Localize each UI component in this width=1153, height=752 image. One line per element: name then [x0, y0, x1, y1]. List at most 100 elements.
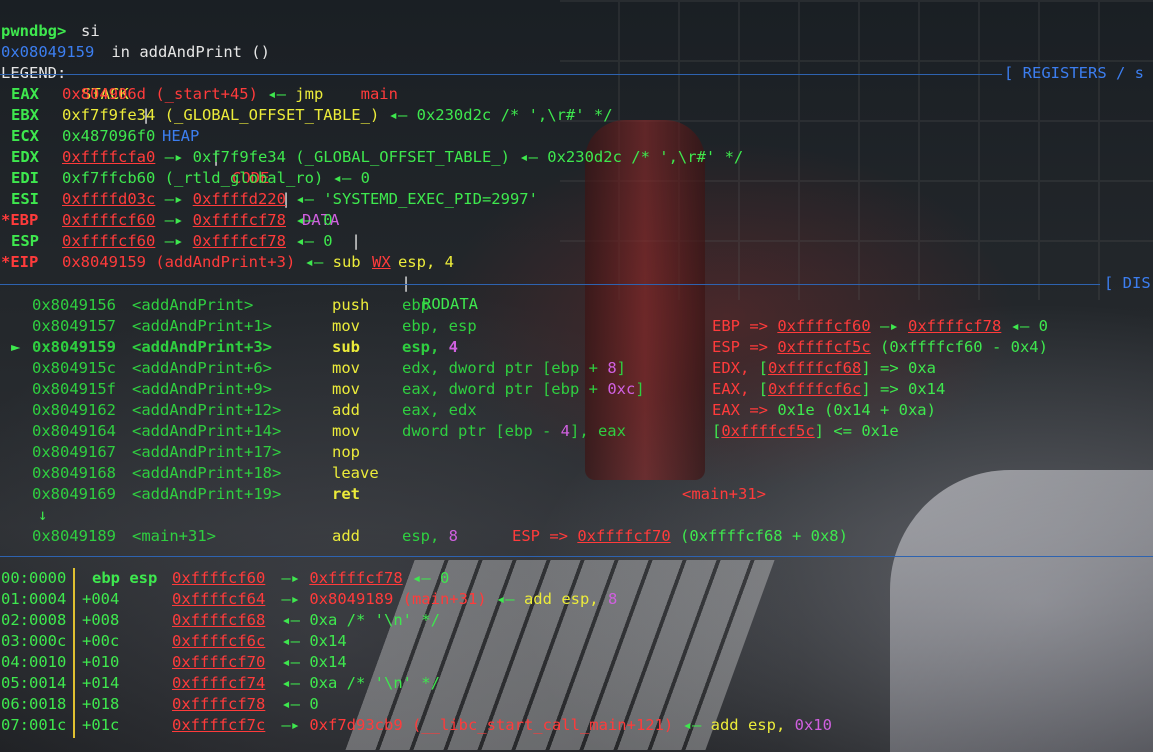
disasm-annotation-segment: ] <= 0x1e: [814, 422, 899, 440]
legend-line: LEGEND: STACK | HEAP | CODE | DATA | WX …: [0, 42, 478, 313]
register-name: *EBP: [1, 211, 39, 229]
stack-value-segment: —▸: [272, 716, 310, 734]
register-value: 0xf7f9fe34 (_GLOBAL_OFFSET_TABLE_) ◂— 0x…: [62, 105, 613, 126]
stack-address: 0xffffcf7c: [172, 716, 266, 734]
disasm-annotation-segment: 0xffffcf70: [577, 527, 671, 545]
register-value: 0xffffd03c —▸ 0xffffd220 ◂— 'SYSTEMD_EXE…: [62, 189, 538, 210]
disasm-annotation-segment: [: [758, 380, 769, 398]
register-value-segment: 0xffffcf60: [62, 211, 156, 229]
disasm-address: 0x8049164: [32, 422, 116, 440]
stack-offset: +018: [82, 695, 120, 713]
return-target: <main+31>: [682, 485, 766, 503]
disasm-annotation-segment: 0xffffcf60: [777, 317, 871, 335]
register-value-segment: 0xffffcf78: [192, 211, 286, 229]
disasm-annotation-segment: EAX,: [712, 380, 759, 398]
stack-value: —▸ 0xf7d93cb9 (__libc_start_call_main+12…: [272, 715, 832, 736]
stack-divider: [73, 568, 75, 738]
register-value-segment: esp, 4: [397, 253, 454, 271]
disasm-operand-segment: esp,: [402, 338, 449, 356]
disasm-operand-segment: ebp: [402, 296, 430, 314]
disasm-operand-segment: 4: [560, 422, 570, 440]
stack-address: 0xffffcf64: [172, 590, 266, 608]
stack-offset: +008: [82, 611, 120, 629]
disasm-operand-segment: esp,: [402, 527, 449, 545]
register-value: 0x487096f0: [62, 126, 155, 147]
stack-value-segment: esp,: [561, 590, 608, 608]
stack-value-segment: 8: [607, 590, 618, 608]
stack-value-segment: 0xffffcf78: [309, 569, 403, 587]
disasm-annotation-segment: [: [758, 359, 769, 377]
stack-value: ◂— 0: [272, 694, 318, 715]
disasm-mnemonic: mov: [332, 359, 360, 377]
disasm-annotation: EDX, [0xffffcf68] => 0xa: [712, 358, 936, 379]
disasm-mnemonic: add: [332, 527, 360, 545]
disasm-address: 0x8049189: [32, 527, 116, 545]
disasm-annotation-segment: 0x1e (0x14 + 0xa): [777, 401, 936, 419]
disasm-operands: edx, dword ptr [ebp + 8]: [402, 358, 626, 379]
register-value-segment: main: [360, 85, 398, 103]
register-name: ESI: [11, 190, 39, 208]
register-value-segment: sub: [332, 253, 361, 271]
disasm-annotation-segment: 0xffffcf5c: [721, 422, 815, 440]
location-line: 0x08049159 in addAndPrint (): [0, 21, 270, 61]
stack-value: ◂— 0x14: [272, 652, 346, 673]
register-name: EAX: [11, 85, 39, 103]
disasm-address: 0x8049168: [32, 464, 116, 482]
disasm-symbol: <addAndPrint+17>: [132, 443, 282, 461]
disasm-operands: ebp, esp: [402, 316, 477, 337]
register-value-segment: 0x8049159 (addAndPrint+3): [62, 253, 296, 271]
register-value-segment: jmp: [295, 85, 324, 103]
stack-value-segment: —▸: [272, 590, 310, 608]
register-value: 0xffffcf60 —▸ 0xffffcf78 ◂— 0: [62, 231, 333, 252]
register-value: 0xf7ffcb60 (_rtld_global_ro) ◂— 0: [62, 168, 370, 189]
stack-value-segment: [552, 590, 561, 608]
disasm-symbol: <addAndPrint>: [132, 296, 254, 314]
register-value-segment: 0xffffcf60: [62, 232, 156, 250]
disasm-annotation-segment: —▸: [870, 317, 908, 335]
disasm-address: 0x8049162: [32, 401, 116, 419]
register-value-segment: ◂— 'SYSTEMD_EXEC_PID=2997': [285, 190, 538, 208]
disasm-annotation: EAX => 0x1e (0x14 + 0xa): [712, 400, 936, 421]
register-value-segment: 0xf7ffcb60 (_rtld_global_ro) ◂— 0: [62, 169, 370, 187]
terminal[interactable]: pwndbg> si 0x08049159 in addAndPrint () …: [0, 0, 1153, 752]
disasm-operand-segment: dword ptr [ebp -: [402, 422, 561, 440]
register-value-segment: [323, 85, 360, 103]
disasm-address: 0x804915f: [32, 380, 116, 398]
register-value-segment: 0xf7f9fe34 (_GLOBAL_OFFSET_TABLE_): [62, 106, 380, 124]
disasm-mnemonic: mov: [332, 317, 360, 335]
stack-offset: +004: [82, 590, 120, 608]
disasm-annotation: EAX, [0xffffcf6c] => 0x14: [712, 379, 945, 400]
jump-arrow-icon: ↓: [38, 506, 48, 524]
stack-address: 0xffffcf74: [172, 674, 266, 692]
disasm-address: 0x8049157: [32, 317, 116, 335]
stack-offset: +01c: [82, 716, 120, 734]
disasm-annotation: ESP => 0xffffcf5c (0xffffcf60 - 0x4): [712, 337, 1048, 358]
disasm-annotation-segment: [: [712, 422, 722, 440]
register-value-segment: —▸ 0xf7f9fe34 (_GLOBAL_OFFSET_TABLE_) ◂—…: [155, 148, 744, 166]
register-value-segment: 0xffffcf78: [192, 232, 286, 250]
register-value-segment: 0xffffd03c: [62, 190, 156, 208]
register-value-segment: —▸: [155, 211, 193, 229]
register-name: ECX: [11, 127, 39, 145]
disasm-operand-segment: eax, edx: [402, 401, 477, 419]
registers-header: [ REGISTERS / s: [1004, 64, 1144, 82]
disasm-mnemonic: sub: [332, 338, 360, 356]
stack-value-segment: add: [523, 590, 552, 608]
stack-value-segment: 0xf7d93cb9 (__libc_start_call_main+121): [309, 716, 674, 734]
stack-index: 07:001c: [1, 716, 67, 734]
stack-value-segment: 0x8049189 (main+31): [309, 590, 487, 608]
stack-index: 05:0014: [1, 674, 67, 692]
stack-index: 01:0004: [1, 590, 67, 608]
disasm-annotation-segment: 0xffffcf68: [768, 359, 862, 377]
stack-offset: ebp esp: [92, 569, 158, 587]
disasm-rule: [0, 284, 1100, 285]
stack-value-segment: ◂— 0xa /* '\n' */: [272, 611, 440, 629]
register-value-segment: 0x487096f0: [62, 127, 156, 145]
disasm-annotation-segment: EDX,: [712, 359, 759, 377]
disasm-operands: esp, 4: [402, 337, 458, 358]
registers-rule: [0, 74, 1002, 75]
disasm-mnemonic: add: [332, 401, 360, 419]
stack-value-segment: 0x10: [794, 716, 832, 734]
stack-value-segment: ◂— 0x14: [272, 632, 347, 650]
disasm-mnemonic: nop: [332, 443, 360, 461]
